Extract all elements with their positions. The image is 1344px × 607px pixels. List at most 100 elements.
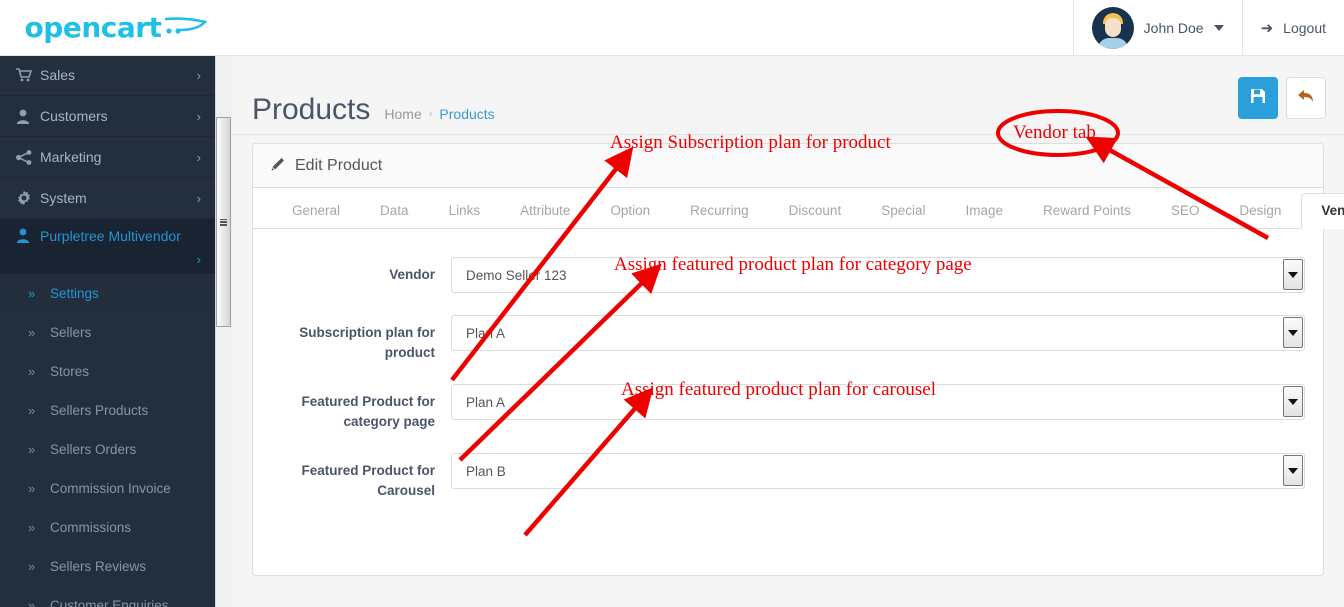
sidebar-subitem-label: Sellers Products bbox=[50, 403, 149, 418]
save-button[interactable] bbox=[1238, 77, 1278, 119]
sidebar-nav: Sales › Customers › Marketing › System › Purplet… bbox=[0, 55, 232, 607]
sidebar-subitem-sellers[interactable]: » Sellers bbox=[0, 313, 215, 352]
sidebar-subitem-label: Stores bbox=[50, 364, 90, 379]
sidebar-subitem-label: Sellers Orders bbox=[50, 442, 137, 457]
tab-discount[interactable]: Discount bbox=[769, 193, 862, 229]
featured-carousel-select[interactable]: Plan B bbox=[451, 453, 1305, 490]
tab-design[interactable]: Design bbox=[1219, 193, 1301, 229]
sidebar-item-label: Customers bbox=[40, 108, 108, 124]
sidebar-item-marketing[interactable]: Marketing › bbox=[0, 137, 215, 178]
header-right-group: John Doe ➜ Logout bbox=[1072, 0, 1344, 55]
featured-category-select[interactable]: Plan A bbox=[451, 384, 1305, 421]
form-row: Featured Product for Carousel Plan B bbox=[271, 453, 1305, 500]
sidebar-subitem-label: Sellers Reviews bbox=[50, 559, 147, 574]
user-name: John Doe bbox=[1143, 19, 1204, 36]
sidebar-item-label: Sales bbox=[40, 67, 76, 83]
back-button[interactable] bbox=[1286, 77, 1326, 119]
chevron-double-right-icon: » bbox=[28, 559, 36, 574]
sidebar-item-purpletree-multivendor[interactable]: Purpletree Multivendor › bbox=[0, 219, 215, 274]
panel-title: Edit Product bbox=[295, 156, 383, 174]
sidebar-subitem-sellers-products[interactable]: » Sellers Products bbox=[0, 391, 215, 430]
chevron-down-icon[interactable] bbox=[1283, 317, 1303, 348]
field-label: Featured Product for Carousel bbox=[301, 463, 435, 498]
breadcrumb-item-home[interactable]: Home bbox=[384, 106, 421, 122]
chevron-right-icon: › bbox=[196, 252, 201, 267]
chevron-down-icon bbox=[1213, 24, 1224, 31]
tab-seo[interactable]: SEO bbox=[1151, 193, 1220, 229]
chevron-right-icon: › bbox=[196, 190, 201, 206]
sidebar-item-label: Purpletree Multivendor bbox=[40, 228, 181, 244]
tab-image[interactable]: Image bbox=[945, 193, 1023, 229]
subscription-plan-select[interactable]: Plan A bbox=[451, 315, 1305, 351]
field-value: Plan A bbox=[466, 394, 506, 410]
field-label: Vendor bbox=[389, 267, 435, 282]
chevron-down-icon[interactable] bbox=[1283, 455, 1303, 487]
tab-reward-points[interactable]: Reward Points bbox=[1023, 193, 1151, 229]
product-tabs: General Data Links Attribute Option Recurring… bbox=[253, 188, 1344, 229]
breadcrumb-item-products[interactable]: Products bbox=[439, 106, 494, 122]
field-label: Subscription plan for product bbox=[299, 325, 435, 360]
logout-button[interactable]: ➜ Logout bbox=[1241, 0, 1344, 55]
sidebar-subitem-commission-invoice[interactable]: » Commission Invoice bbox=[0, 469, 215, 508]
edit-product-panel: Edit Product General Data Links Attribute Op… bbox=[252, 143, 1344, 576]
sidebar-subitem-commissions[interactable]: » Commissions bbox=[0, 508, 215, 547]
tab-option[interactable]: Option bbox=[590, 193, 670, 229]
avatar bbox=[1091, 6, 1134, 49]
chevron-right-icon: › bbox=[196, 149, 201, 165]
sidebar-subitem-customer-enquiries[interactable]: » Customer Enquiries bbox=[0, 586, 215, 607]
panel-header: Edit Product bbox=[253, 144, 1323, 188]
page-title: Products bbox=[252, 93, 371, 127]
field-value: Plan B bbox=[466, 463, 506, 479]
sidebar-subitem-sellers-orders[interactable]: » Sellers Orders bbox=[0, 430, 215, 469]
vendor-form: Vendor Demo Seller 123 Subscription plan f… bbox=[253, 229, 1323, 500]
tab-general[interactable]: General bbox=[272, 193, 360, 229]
form-row: Vendor Demo Seller 123 bbox=[271, 257, 1305, 293]
tab-data[interactable]: Data bbox=[360, 193, 429, 229]
sidebar-subitem-label: Settings bbox=[50, 286, 99, 301]
page-header: Products Home › Products bbox=[232, 55, 1344, 135]
page-title-row: Products Home › Products bbox=[252, 73, 495, 147]
field-label: Featured Product for category page bbox=[301, 394, 435, 429]
app-logo[interactable]: opencart bbox=[0, 0, 232, 55]
sidebar-subitem-stores[interactable]: » Stores bbox=[0, 352, 215, 391]
logout-label: Logout bbox=[1283, 19, 1326, 36]
sidebar-subitem-sellers-reviews[interactable]: » Sellers Reviews bbox=[0, 547, 215, 586]
floppy-disk-icon bbox=[1250, 88, 1266, 109]
chevron-right-icon: › bbox=[196, 108, 201, 124]
chevron-double-right-icon: » bbox=[28, 598, 36, 607]
tab-links[interactable]: Links bbox=[429, 193, 501, 229]
sidebar-subitem-settings[interactable]: » Settings bbox=[0, 274, 215, 313]
field-control: Plan A bbox=[451, 384, 1305, 421]
chevron-down-icon[interactable] bbox=[1283, 386, 1303, 418]
breadcrumb: Home › Products bbox=[384, 106, 494, 122]
breadcrumb-separator: › bbox=[428, 108, 433, 121]
sidebar-item-customers[interactable]: Customers › bbox=[0, 96, 215, 137]
shopping-cart-icon bbox=[165, 15, 208, 44]
tab-special[interactable]: Special bbox=[861, 193, 945, 229]
chevron-double-right-icon: » bbox=[28, 286, 36, 301]
field-value: Plan A bbox=[466, 325, 506, 341]
tab-recurring[interactable]: Recurring bbox=[670, 193, 769, 229]
sidebar-scrollbar-thumb[interactable] bbox=[216, 117, 231, 327]
back-arrow-icon bbox=[1297, 88, 1315, 109]
main-content: Products Home › Products Edit Product Ge… bbox=[232, 55, 1344, 607]
user-menu[interactable]: John Doe bbox=[1072, 0, 1242, 55]
pencil-icon bbox=[270, 157, 285, 175]
sidebar-item-system[interactable]: System › bbox=[0, 178, 215, 219]
user-icon bbox=[16, 109, 40, 124]
vendor-select[interactable]: Demo Seller 123 bbox=[451, 257, 1305, 293]
chevron-double-right-icon: » bbox=[28, 364, 36, 379]
tab-attribute[interactable]: Attribute bbox=[500, 193, 590, 229]
chevron-down-icon[interactable] bbox=[1283, 259, 1303, 290]
cart-icon bbox=[16, 68, 40, 82]
chevron-right-icon: › bbox=[196, 67, 201, 83]
field-control: Plan B bbox=[451, 453, 1305, 490]
sidebar-subitem-label: Commissions bbox=[50, 520, 132, 535]
sidebar-list: Sales › Customers › Marketing › System › Purplet… bbox=[0, 55, 215, 607]
sidebar-subitem-label: Customer Enquiries bbox=[50, 598, 169, 607]
top-header: opencart John Doe ➜ Logout bbox=[0, 0, 1344, 56]
sidebar-subitem-label: Sellers bbox=[50, 325, 92, 340]
tab-vendor[interactable]: Vendor bbox=[1301, 193, 1344, 229]
sidebar-item-label: Marketing bbox=[40, 149, 102, 165]
sidebar-item-sales[interactable]: Sales › bbox=[0, 55, 215, 96]
